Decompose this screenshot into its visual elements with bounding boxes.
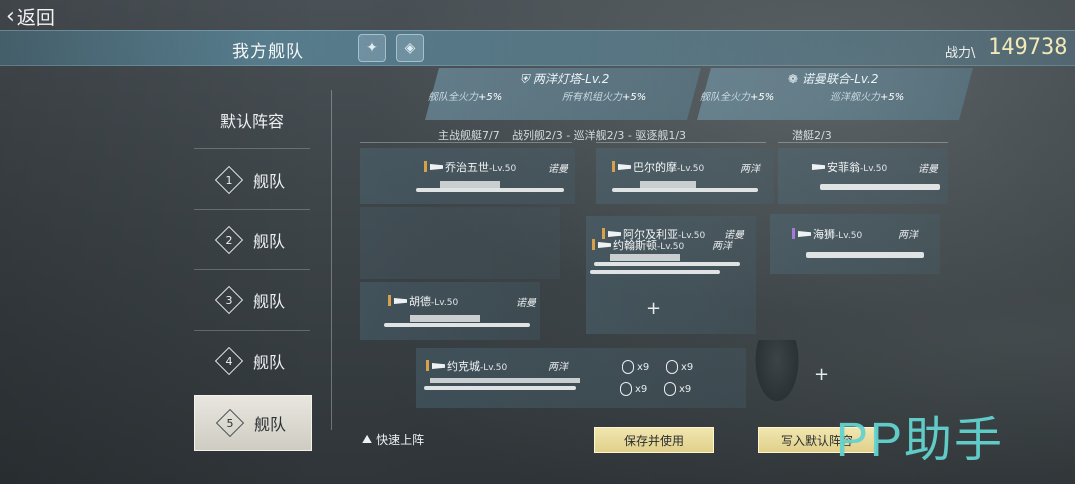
buff-effect: 巡洋舰火力+5%	[830, 92, 905, 103]
destroyer-class-icon	[598, 242, 611, 248]
aircraft-squadron[interactable]: x9	[664, 382, 691, 396]
ship-slot-sub-2[interactable]	[770, 214, 940, 274]
sidebar-item-label: 舰队	[253, 415, 286, 434]
divider	[778, 142, 948, 143]
sidebar-item-fleet-1[interactable]: 1 舰队	[194, 152, 310, 208]
header-band	[0, 30, 1075, 66]
category-detail: 战列舰2/3 - 巡洋舰2/3 - 驱逐舰1/3	[512, 129, 687, 142]
ship-slot-battleship-2[interactable]	[360, 282, 540, 340]
ship-name: 巴尔的摩-Lv.50	[612, 159, 704, 175]
aircraft-icon	[666, 360, 678, 374]
ship-slot-empty[interactable]	[360, 207, 560, 279]
number-badge-icon: 5	[215, 408, 245, 438]
ship-silhouette	[424, 386, 576, 390]
sidebar-item-label: 舰队	[252, 353, 285, 372]
ship-faction: 两洋	[712, 241, 732, 252]
ship-silhouette	[610, 254, 680, 261]
ship-slot-battleship-1[interactable]	[360, 148, 575, 204]
divider	[194, 330, 310, 331]
power-value: 149738	[988, 35, 1068, 60]
buff-effect: 所有机组火力+5%	[562, 92, 647, 103]
buff-effect: 舰队全火力+5%	[700, 92, 775, 103]
watermark: PP助手	[836, 414, 1005, 467]
divider	[596, 142, 766, 143]
ship-name: 海狮-Lv.50	[792, 226, 862, 242]
ship-silhouette	[384, 323, 530, 327]
ship-silhouette	[430, 378, 580, 383]
chevron-left-icon: ‹	[6, 4, 15, 29]
sidebar-divider	[331, 90, 332, 430]
ship-name: 约翰斯顿-Lv.50	[592, 237, 684, 253]
ship-silhouette	[440, 181, 500, 188]
number-badge-icon: 2	[214, 225, 244, 255]
sidebar-item-label: 舰队	[252, 172, 285, 191]
number-badge-icon: 4	[214, 346, 244, 376]
ship-faction: 诺曼	[548, 164, 568, 175]
submarine-class-icon	[812, 164, 825, 170]
ship-name: 胡德-Lv.50	[388, 293, 458, 309]
ship-name: 乔治五世-Lv.50	[424, 159, 516, 175]
ship-faction: 两洋	[548, 362, 568, 373]
ship-faction: 两洋	[898, 230, 918, 241]
divider	[194, 148, 310, 149]
ship-silhouette	[806, 252, 924, 258]
sidebar-item-label: 舰队	[252, 292, 285, 311]
deploy-icon: ⛰	[362, 432, 373, 446]
divider	[360, 142, 572, 143]
battleship-class-icon	[394, 298, 407, 304]
back-label: 返回	[16, 7, 55, 29]
ship-name: 安菲翁-Lv.50	[812, 159, 887, 175]
category-main: 主战舰艇7/7	[438, 129, 500, 142]
buff-effect: 舰队全火力+5%	[428, 92, 503, 103]
ship-silhouette	[410, 315, 480, 322]
cruiser-class-icon	[618, 164, 631, 170]
sidebar-item-fleet-5[interactable]: 5 舰队	[194, 395, 312, 451]
number-badge-icon: 1	[214, 165, 244, 195]
ship-faction: 两洋	[740, 164, 760, 175]
ship-silhouette	[612, 188, 758, 192]
category-sub: 潜艇2/3	[792, 129, 832, 142]
back-button[interactable]: ‹ 返回	[6, 3, 55, 30]
commander-emblem-icon[interactable]: ✦	[358, 34, 386, 62]
sidebar-item-fleet-4[interactable]: 4 舰队	[194, 333, 310, 389]
power-label: 战力\	[945, 46, 976, 61]
number-badge-icon: 3	[214, 285, 244, 315]
aircraft-squadron[interactable]: x9	[666, 360, 693, 374]
battleship-class-icon	[430, 164, 443, 170]
sidebar-item-label: 舰队	[252, 232, 285, 251]
ship-faction: 诺曼	[516, 298, 536, 309]
page-title: 我方舰队	[232, 42, 304, 62]
divider	[194, 209, 310, 210]
buff-name: ❁ 诺曼联合-Lv.2	[788, 72, 879, 86]
buff-name: ⛨ 两洋灯塔-Lv.2	[520, 72, 610, 86]
sidebar-item-label: 默认阵容	[219, 112, 284, 131]
carrier-class-icon	[432, 363, 445, 369]
quick-deploy-button[interactable]: ⛰ 快速上阵	[362, 431, 424, 448]
sidebar-item-fleet-3[interactable]: 3 舰队	[194, 272, 310, 328]
ship-silhouette	[594, 262, 740, 266]
ship-slot-sub-1[interactable]	[778, 148, 948, 204]
sidebar-item-fleet-2[interactable]: 2 舰队	[194, 212, 310, 268]
ship-silhouette	[416, 188, 564, 192]
ship-silhouette	[820, 184, 940, 190]
add-ship-button[interactable]: +	[646, 298, 661, 319]
ship-silhouette	[640, 181, 696, 188]
ship-slot-cruiser-1[interactable]	[596, 148, 774, 204]
save-use-button[interactable]: 保存并使用	[594, 427, 714, 453]
aircraft-squadron[interactable]: x9	[620, 382, 647, 396]
commander-silhouette	[752, 340, 802, 408]
submarine-class-icon	[798, 231, 811, 237]
add-commander-button[interactable]: +	[814, 364, 829, 385]
ship-silhouette	[590, 270, 720, 274]
ship-faction: 诺曼	[918, 164, 938, 175]
divider	[194, 269, 310, 270]
aircraft-squadron[interactable]: x9	[622, 360, 649, 374]
faction-emblem-icon[interactable]: ◈	[396, 34, 424, 62]
aircraft-icon	[622, 360, 634, 374]
ship-name: 约克城-Lv.50	[426, 358, 507, 374]
aircraft-icon	[620, 382, 632, 396]
aircraft-icon	[664, 382, 676, 396]
sidebar-item-default[interactable]: 默认阵容	[194, 92, 310, 148]
